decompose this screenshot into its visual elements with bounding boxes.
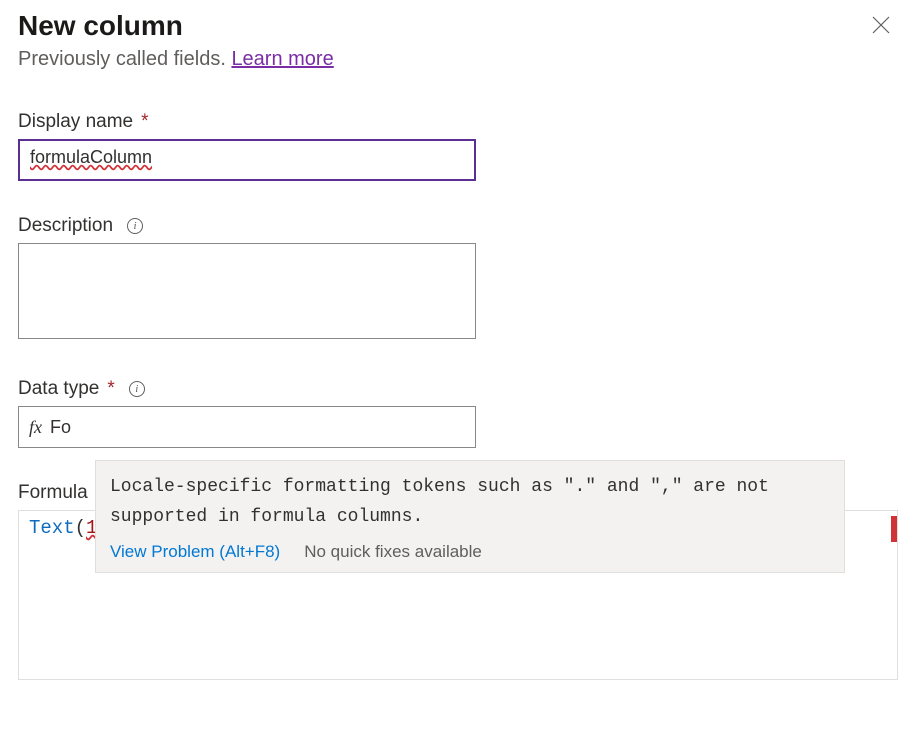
data-type-label: Data type * i xyxy=(18,378,898,400)
data-type-select[interactable]: fx Fo xyxy=(18,406,476,448)
error-marker-icon xyxy=(891,516,897,542)
description-input[interactable] xyxy=(18,243,476,339)
no-fixes-text: No quick fixes available xyxy=(304,542,482,562)
error-tooltip: Locale-specific formatting tokens such a… xyxy=(95,460,845,573)
learn-more-link[interactable]: Learn more xyxy=(231,48,333,70)
subtitle-text: Previously called fields. xyxy=(18,48,231,70)
display-name-input[interactable]: formulaColumn xyxy=(18,139,476,181)
formula-token-paren: ( xyxy=(75,517,86,539)
info-icon[interactable]: i xyxy=(127,218,143,234)
display-name-label-text: Display name xyxy=(18,111,133,133)
data-type-value: Fo xyxy=(50,417,465,438)
display-name-label: Display name * xyxy=(18,111,898,133)
view-problem-link[interactable]: View Problem (Alt+F8) xyxy=(110,542,280,562)
description-label: Description i xyxy=(18,215,898,237)
formula-token-function: Text xyxy=(29,517,75,539)
required-asterisk: * xyxy=(107,378,114,400)
required-asterisk: * xyxy=(141,111,148,133)
panel-title: New column xyxy=(18,10,183,42)
description-label-text: Description xyxy=(18,215,113,237)
info-icon[interactable]: i xyxy=(129,381,145,397)
close-icon[interactable] xyxy=(864,10,898,44)
formula-label-text: Formula xyxy=(18,482,88,504)
panel-subtitle: Previously called fields. Learn more xyxy=(18,48,898,71)
tooltip-message: Locale-specific formatting tokens such a… xyxy=(110,473,830,532)
fx-icon: fx xyxy=(29,417,42,438)
data-type-label-text: Data type xyxy=(18,378,99,400)
display-name-value: formulaColumn xyxy=(30,147,152,167)
